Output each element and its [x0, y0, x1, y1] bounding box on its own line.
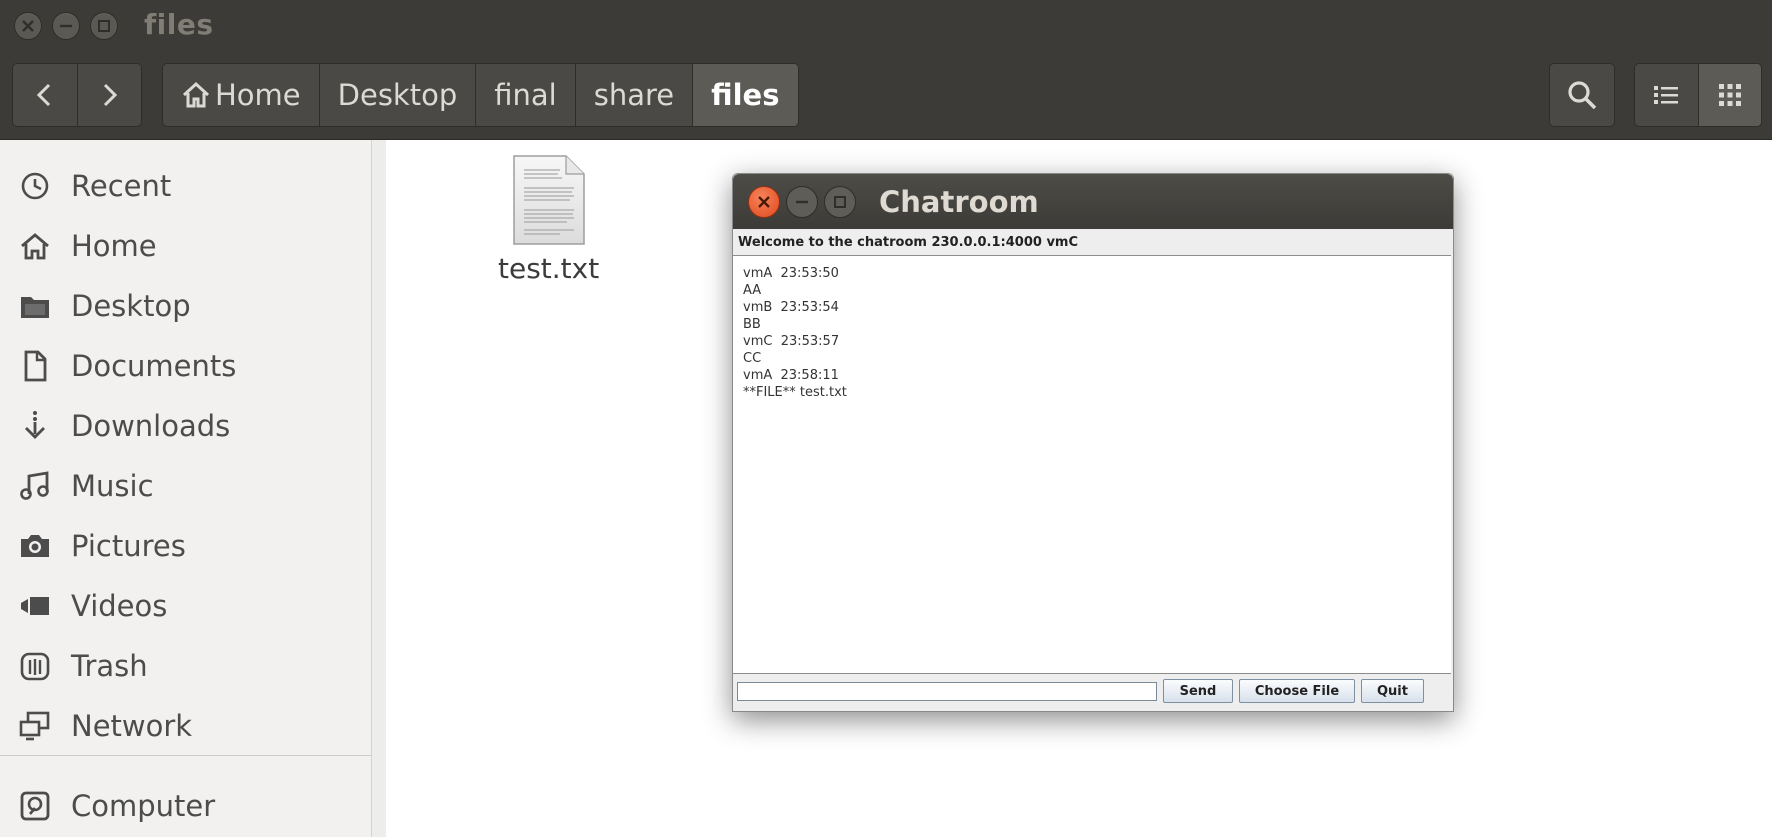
clock-icon — [18, 169, 52, 203]
chatroom-window: Chatroom Welcome to the chatroom 230.0.0… — [732, 173, 1454, 712]
home-icon — [18, 229, 52, 263]
breadcrumb-home[interactable]: Home — [163, 64, 320, 126]
view-toggle — [1634, 63, 1762, 127]
sidebar-item-pictures[interactable]: Pictures — [0, 518, 371, 574]
list-view-icon — [1654, 86, 1679, 104]
chat-message-line: vmC 23:53:57 — [743, 334, 840, 349]
window-titlebar: files — [0, 0, 1772, 50]
search-icon — [1568, 81, 1597, 110]
search-button[interactable] — [1549, 63, 1615, 127]
chat-message-line: vmA 23:58:11 — [743, 368, 839, 383]
sidebar-item-label: Trash — [71, 649, 148, 683]
chevron-left-icon — [36, 83, 50, 107]
chat-maximize-button[interactable] — [824, 186, 856, 218]
camera-icon — [18, 529, 52, 563]
trash-icon — [18, 649, 52, 683]
window-maximize-button[interactable] — [90, 12, 118, 40]
chat-minimize-button[interactable] — [786, 186, 818, 218]
sidebar-item-label: Recent — [71, 169, 172, 203]
chat-message-area[interactable]: vmA 23:53:50 AA vmB 23:53:54 BB vmC 23:5… — [733, 255, 1451, 674]
network-icon — [18, 709, 52, 743]
chat-message-line: CC — [743, 351, 762, 366]
breadcrumb: Home Desktop final share files — [162, 63, 799, 127]
window-title: files — [144, 8, 214, 41]
sidebar-item-label: Downloads — [71, 409, 231, 443]
sidebar-item-documents[interactable]: Documents — [0, 338, 371, 394]
sidebar-item-label: Videos — [71, 589, 168, 623]
sidebar-item-music[interactable]: Music — [0, 458, 371, 514]
folder-icon — [18, 289, 52, 323]
chat-message-line: AA — [743, 283, 762, 298]
breadcrumb-share[interactable]: share — [576, 64, 694, 126]
history-nav — [12, 63, 142, 127]
breadcrumb-files[interactable]: files — [693, 64, 798, 126]
chat-close-button[interactable] — [748, 186, 780, 218]
chat-message-line: vmA 23:53:50 — [743, 266, 839, 281]
sidebar-item-downloads[interactable]: Downloads — [0, 398, 371, 454]
sidebar-item-network[interactable]: Network — [0, 698, 371, 754]
download-icon — [18, 409, 52, 443]
sidebar-item-label: Documents — [71, 349, 237, 383]
breadcrumb-home-label: Home — [215, 78, 301, 112]
music-icon — [18, 469, 52, 503]
toolbar: Home Desktop final share files — [0, 50, 1772, 140]
list-view-button[interactable] — [1635, 64, 1698, 126]
chat-welcome-label: Welcome to the chatroom 230.0.0.1:4000 v… — [738, 235, 1079, 250]
chat-message-line: **FILE** test.txt — [743, 385, 847, 400]
file-name-label: test.txt — [498, 252, 600, 285]
chevron-right-icon — [104, 83, 118, 107]
places-sidebar: Recent Home Desktop Documents Downloads … — [0, 140, 372, 837]
back-button[interactable] — [13, 64, 77, 126]
sidebar-item-desktop[interactable]: Desktop — [0, 278, 371, 334]
text-file-icon[interactable] — [512, 154, 586, 246]
sidebar-item-label: Computer — [71, 789, 216, 823]
sidebar-item-trash[interactable]: Trash — [0, 638, 371, 694]
window-minimize-button[interactable] — [52, 12, 80, 40]
sidebar-item-label: Desktop — [71, 289, 191, 323]
chat-message-input[interactable] — [737, 682, 1157, 701]
grid-view-icon — [1718, 84, 1741, 106]
sidebar-item-home[interactable]: Home — [0, 218, 371, 274]
computer-icon — [18, 789, 52, 823]
sidebar-item-label: Network — [71, 709, 193, 743]
forward-button[interactable] — [76, 64, 142, 126]
choose-file-button[interactable]: Choose File — [1239, 679, 1355, 703]
chatroom-titlebar: Chatroom — [733, 174, 1453, 229]
minimize-icon — [60, 24, 72, 28]
chatroom-title: Chatroom — [879, 185, 1039, 219]
breadcrumb-final[interactable]: final — [476, 64, 576, 126]
video-icon — [18, 589, 52, 623]
breadcrumb-desktop[interactable]: Desktop — [320, 64, 477, 126]
sidebar-gutter — [372, 140, 386, 837]
quit-button[interactable]: Quit — [1361, 679, 1424, 703]
sidebar-item-label: Home — [71, 229, 157, 263]
sidebar-item-videos[interactable]: Videos — [0, 578, 371, 634]
home-icon — [181, 81, 211, 109]
sidebar-item-label: Music — [71, 469, 154, 503]
sidebar-item-label: Pictures — [71, 529, 186, 563]
maximize-icon — [834, 196, 846, 208]
sidebar-item-recent[interactable]: Recent — [0, 158, 371, 214]
close-icon — [758, 196, 770, 208]
grid-view-button[interactable] — [1697, 64, 1761, 126]
chat-message-line: BB — [743, 317, 761, 332]
sidebar-divider — [0, 755, 371, 756]
send-button[interactable]: Send — [1163, 679, 1233, 703]
minimize-icon — [796, 200, 808, 204]
window-close-button[interactable] — [14, 12, 42, 40]
maximize-icon — [98, 20, 110, 32]
document-icon — [18, 349, 52, 383]
sidebar-item-computer[interactable]: Computer — [0, 778, 371, 834]
close-icon — [22, 20, 34, 32]
chat-message-line: vmB 23:53:54 — [743, 300, 839, 315]
